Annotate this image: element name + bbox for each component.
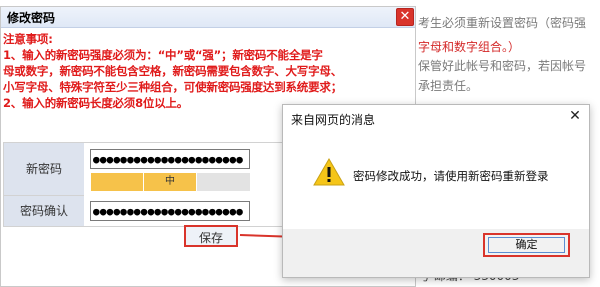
- ok-button-label: 确定: [515, 238, 538, 251]
- alert-title: 来自网页的消息: [291, 113, 376, 127]
- close-icon[interactable]: ✕: [566, 107, 584, 125]
- alert-dialog: 来自网页的消息 ✕ 密码修改成功，请使用新密码重新登录 确定: [282, 104, 590, 278]
- ok-button[interactable]: 确定: [483, 233, 570, 257]
- warning-icon: [313, 157, 345, 186]
- alert-message: 密码修改成功，请使用新密码重新登录: [353, 169, 549, 183]
